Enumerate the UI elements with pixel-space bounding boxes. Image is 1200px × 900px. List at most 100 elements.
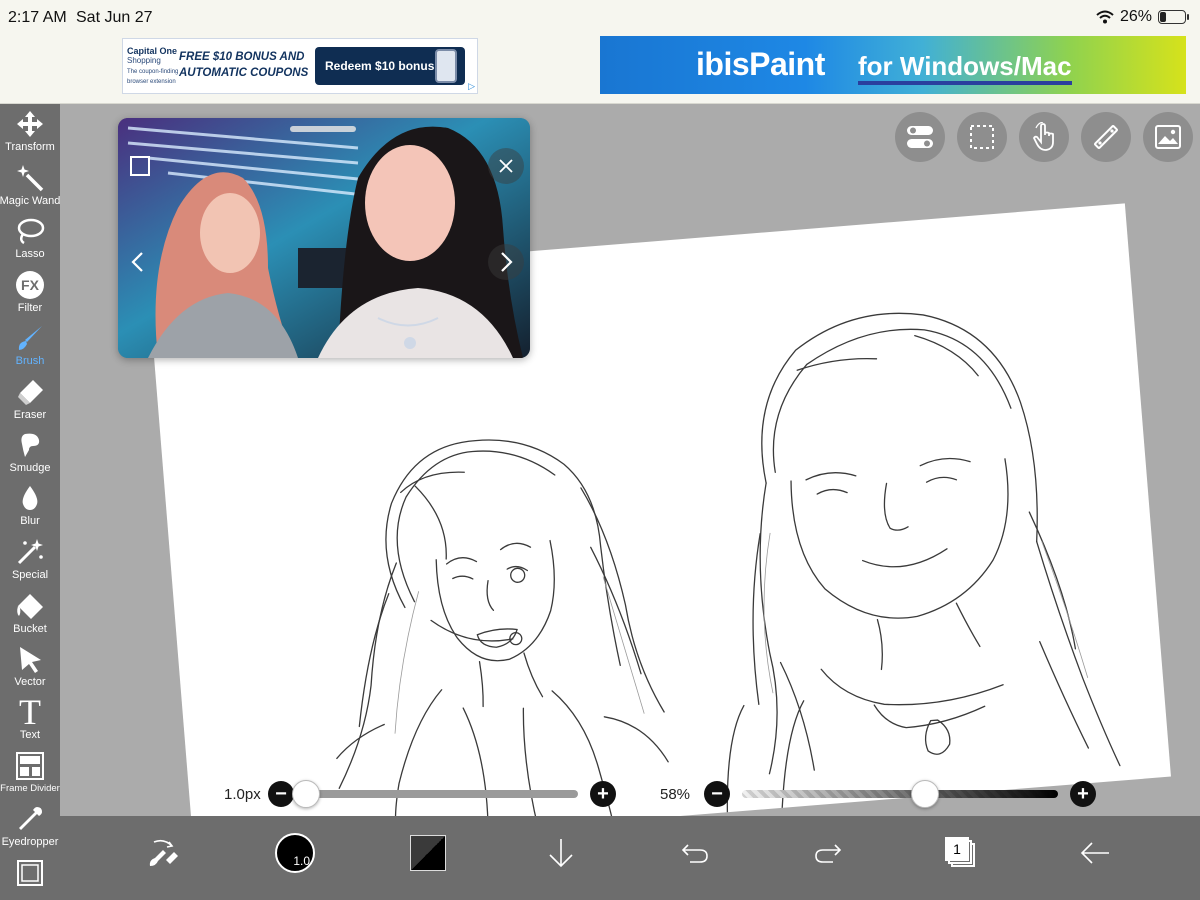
text-icon: T (19, 692, 41, 732)
fx-icon: FX (14, 269, 46, 301)
tool-label: Lasso (15, 248, 45, 260)
redo-icon (815, 844, 842, 863)
eyedropper-icon (14, 803, 46, 835)
tool-brush[interactable]: Brush (0, 322, 60, 375)
brush-icon (14, 322, 46, 354)
size-slider-knob[interactable] (292, 780, 320, 808)
brush-size-slider[interactable]: 1.0px − + (224, 780, 616, 808)
ad-cta-button[interactable]: Redeem $10 bonus (315, 47, 465, 85)
status-right: 26% (1096, 8, 1189, 26)
ad-brand-name: Capital One (127, 45, 178, 56)
canvas-workspace[interactable]: 1.0px − + 58% − + (60, 104, 1200, 900)
cursor-arrow-icon (14, 643, 46, 675)
tool-blur[interactable]: Blur (0, 482, 60, 535)
brush-size-badge: 1.0 (293, 854, 310, 868)
bottom-toolbar: 1.0 1 (60, 816, 1200, 900)
ads-row: Capital One Shopping The coupon-finding … (0, 36, 1200, 104)
tool-label: Text (19, 729, 41, 741)
reference-expand-button[interactable] (122, 148, 158, 184)
undo-icon (681, 844, 708, 863)
tool-vector[interactable]: Vector (0, 643, 60, 696)
tool-eyedropper[interactable]: Eyedropper (0, 803, 60, 856)
opacity-value: 58% (660, 785, 691, 803)
square-icon (130, 156, 150, 176)
status-date: Sat Jun 27 (76, 9, 153, 26)
adchoices-icon[interactable]: ▷ (468, 81, 475, 92)
tool-transform[interactable]: Transform (0, 108, 60, 161)
opacity-slider-knob[interactable] (911, 780, 940, 808)
size-slider-track[interactable] (292, 780, 578, 808)
brush-preview-icon: 1.0 (275, 833, 315, 873)
tool-label: Bucket (13, 623, 47, 635)
image-button[interactable] (1143, 112, 1193, 162)
smudge-icon (14, 429, 46, 461)
tool-label: Eyedropper (1, 836, 59, 848)
arrow-left-icon (1080, 842, 1109, 864)
tool-filter[interactable]: FX Filter (0, 269, 60, 322)
battery-icon (1158, 10, 1189, 24)
app-root: 2:17 AM Sat Jun 27 26% Capital One Shopp… (0, 0, 1200, 900)
reference-close-button[interactable] (488, 148, 524, 184)
brush-eraser-swap-icon (149, 839, 178, 866)
status-time: 2:17 AM (8, 9, 67, 26)
reference-drag-handle[interactable] (290, 126, 356, 132)
tool-eraser[interactable]: Eraser (0, 376, 60, 429)
reference-prev-button[interactable] (120, 244, 156, 280)
ad-slogan: for Windows/Mac (858, 51, 1072, 85)
ad-banner-ibispaint[interactable]: ibisPaint for Windows/Mac (600, 36, 1186, 94)
ibispaint-logo: ibisPaint (696, 46, 825, 82)
tool-smudge[interactable]: Smudge (0, 429, 60, 482)
tool-canvas[interactable] (0, 857, 60, 900)
toggle-button[interactable] (895, 112, 945, 162)
tool-label: Brush (15, 355, 45, 367)
tool-label: Special (11, 569, 49, 581)
reference-window[interactable] (118, 118, 530, 358)
ruler-icon (1094, 125, 1118, 149)
lasso-icon (14, 215, 46, 247)
back-button[interactable] (1070, 828, 1120, 878)
undo-button[interactable] (670, 828, 720, 878)
brush-size-value: 1.0px (224, 785, 261, 803)
opacity-slider[interactable]: 58% − + (660, 780, 1096, 808)
reference-next-button[interactable] (488, 244, 524, 280)
tool-label: Magic Wand (0, 195, 60, 207)
ad-cta-label: Redeem $10 bonus (325, 59, 435, 73)
magic-wand-icon (14, 162, 46, 194)
move-arrows-icon (14, 108, 46, 140)
ad-banner-capital-one[interactable]: Capital One Shopping The coupon-finding … (122, 38, 478, 94)
close-icon (499, 159, 513, 173)
tool-label: Frame Divider (0, 783, 60, 794)
size-plus-button[interactable]: + (590, 781, 616, 807)
tool-text[interactable]: T Text (0, 692, 60, 749)
image-icon (1155, 125, 1181, 149)
frame-divider-icon (14, 750, 46, 782)
tool-lasso[interactable]: Lasso (0, 215, 60, 268)
brush-eraser-swap-button[interactable] (138, 828, 188, 878)
touch-hand-icon (1032, 122, 1054, 151)
tool-frame-divider[interactable]: Frame Divider (0, 750, 60, 803)
opacity-plus-button[interactable]: + (1070, 781, 1096, 807)
brush-settings-button[interactable]: 1.0 (270, 828, 320, 878)
arrow-down-icon (549, 839, 573, 868)
tool-bucket[interactable]: Bucket (0, 590, 60, 643)
touch-button[interactable] (1019, 112, 1069, 162)
ruler-button[interactable] (1081, 112, 1131, 162)
battery-fill (1160, 12, 1166, 22)
layers-icon: 1 (945, 837, 977, 869)
opacity-slider-track[interactable] (742, 780, 1058, 808)
layers-button[interactable]: 1 (936, 828, 986, 878)
redo-button[interactable] (803, 828, 853, 878)
tool-label: Eraser (13, 409, 47, 421)
size-minus-button[interactable]: − (268, 781, 294, 807)
tool-special[interactable]: Special (0, 536, 60, 589)
ad-brand: Capital One Shopping The coupon-finding … (123, 46, 179, 87)
status-bar: 2:17 AM Sat Jun 27 26% (0, 0, 1200, 36)
move-down-button[interactable] (536, 828, 586, 878)
opacity-minus-button[interactable]: − (704, 781, 730, 807)
tool-magic-wand[interactable]: Magic Wand (0, 162, 60, 215)
color-button[interactable] (403, 828, 453, 878)
battery-percent: 26% (1119, 8, 1152, 25)
selection-button[interactable] (957, 112, 1007, 162)
chevron-right-icon (501, 252, 513, 272)
tool-label: Transform (5, 141, 55, 153)
